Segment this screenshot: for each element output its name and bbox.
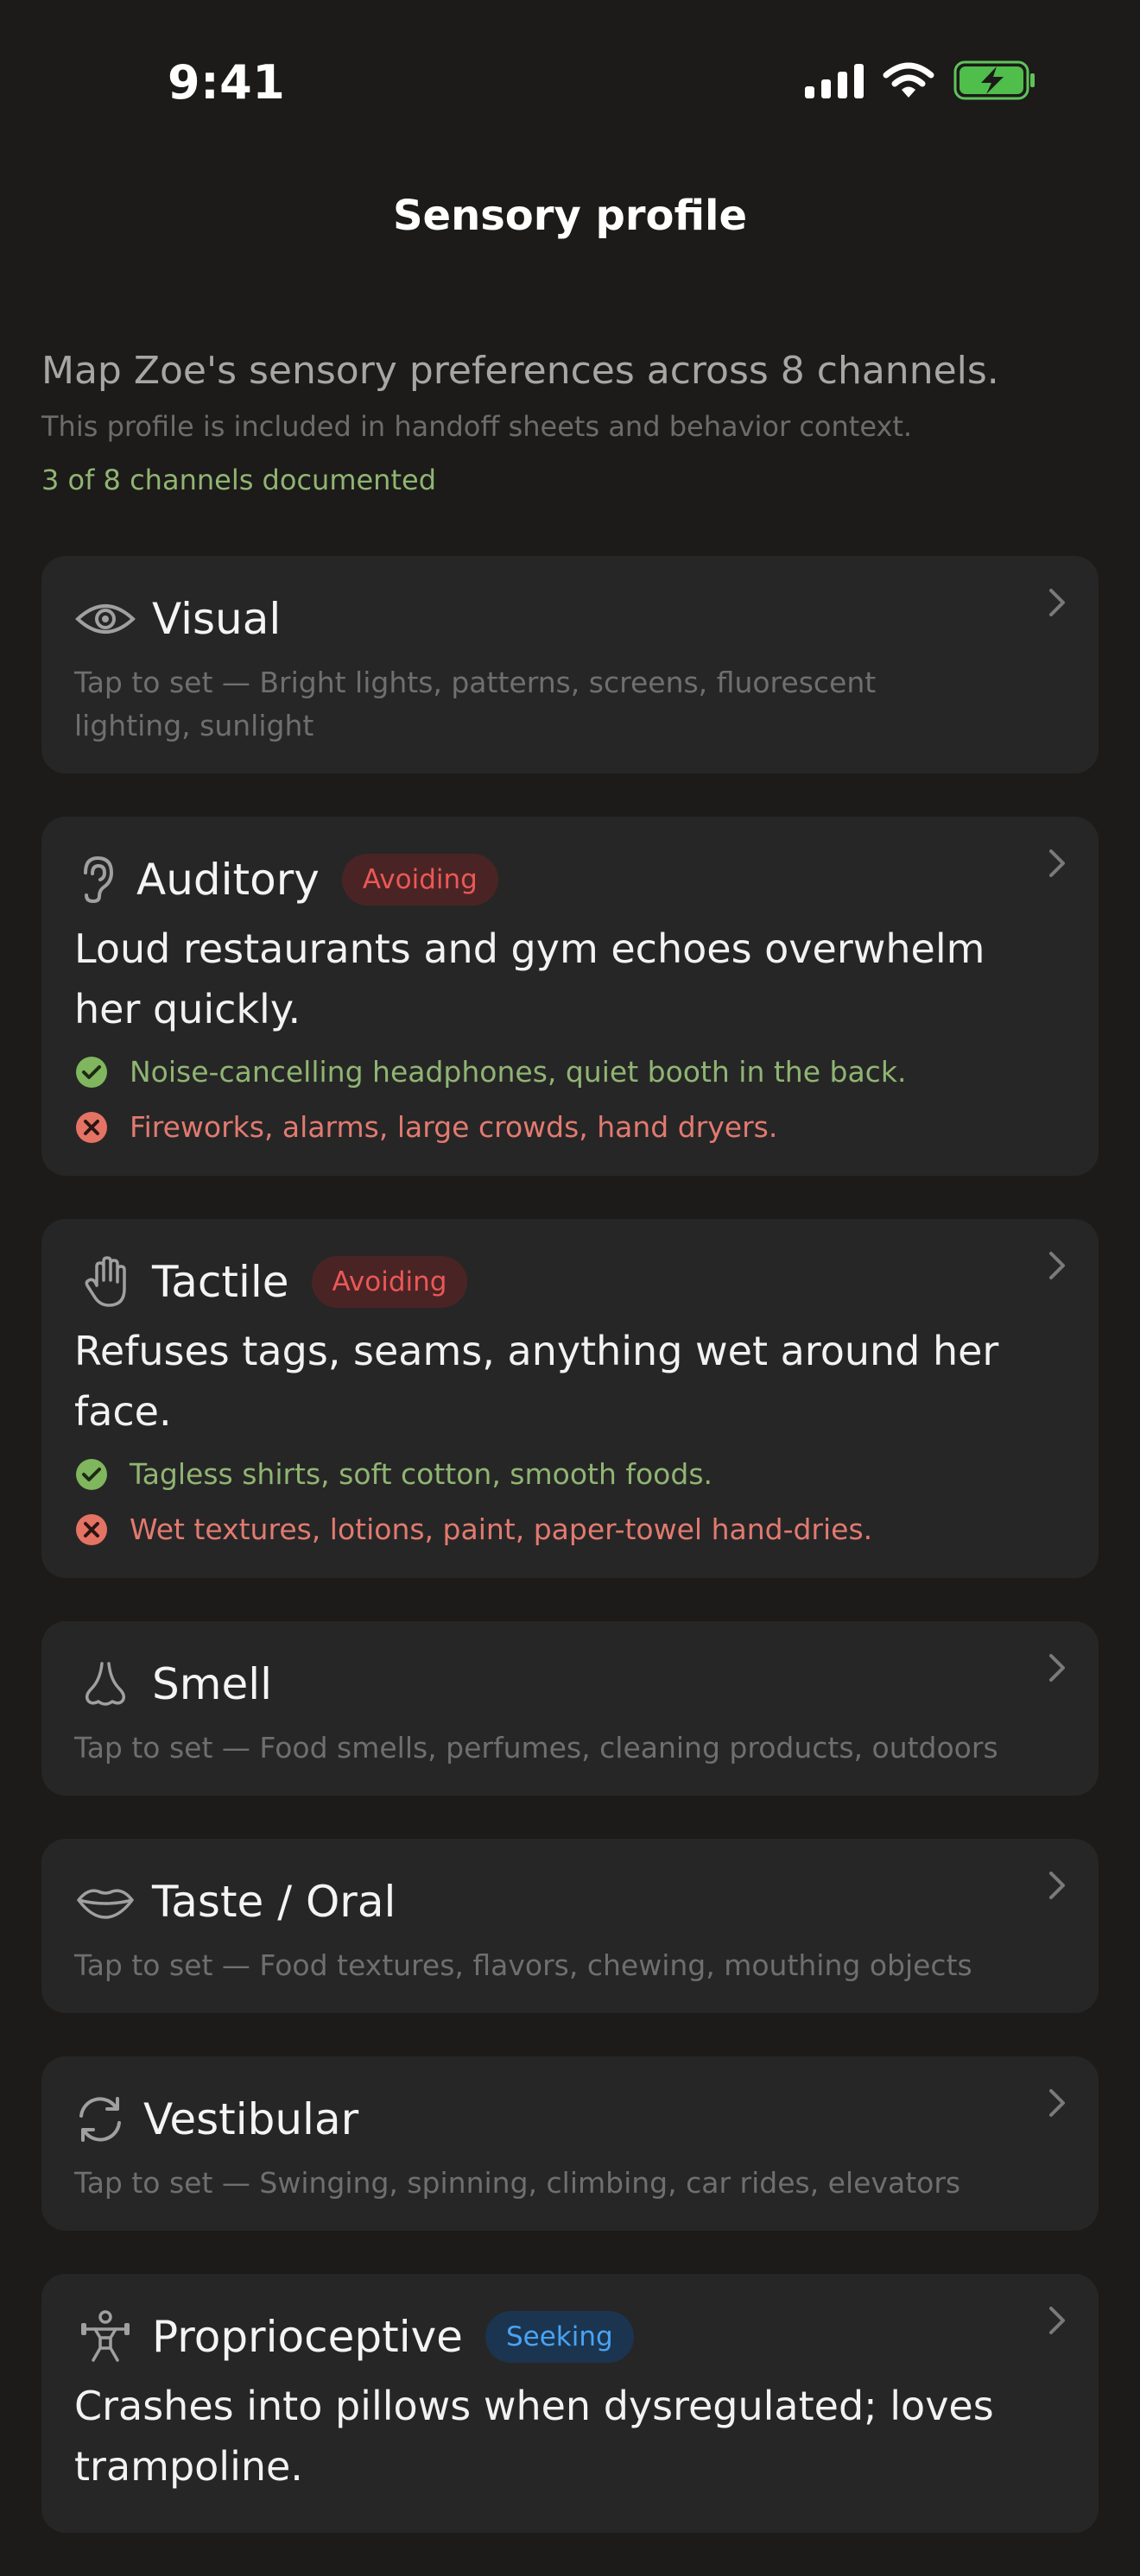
chevron-right-icon: [1049, 2089, 1065, 2117]
channel-card-vestibular[interactable]: Vestibular Tap to set — Swinging, spinni…: [41, 2056, 1099, 2231]
lips-icon: [74, 1876, 136, 1928]
channel-list: Visual Tap to set — Bright lights, patte…: [41, 556, 1099, 2576]
intro-title: Map Zoe's sensory preferences across 8 c…: [41, 349, 999, 393]
channel-title: Vestibular: [143, 2094, 359, 2144]
channel-title: Taste / Oral: [152, 1877, 396, 1927]
channel-title: Auditory: [136, 855, 320, 905]
eye-icon: [74, 593, 136, 645]
wifi-icon: [883, 62, 934, 98]
channel-card-tactile[interactable]: Tactile Avoiding Refuses tags, seams, an…: [41, 1219, 1099, 1578]
channel-title: Proprioceptive: [152, 2312, 463, 2362]
page-title: Sensory profile: [392, 192, 748, 240]
rotate-icon: [74, 2093, 126, 2145]
intro-subtitle: This profile is included in handoff shee…: [41, 410, 913, 443]
cellular-signal-icon: [805, 64, 864, 98]
helps-text: Noise-cancelling headphones, quiet booth…: [130, 1055, 907, 1089]
chevron-right-icon: [1049, 589, 1065, 616]
status-badge-seeking: Seeking: [484, 2311, 634, 2363]
nose-icon: [74, 1658, 136, 1710]
channel-title: Visual: [152, 594, 282, 644]
channel-placeholder: Tap to set — Food textures, flavors, che…: [74, 1948, 972, 1982]
channel-placeholder: Tap to set — Food smells, perfumes, clea…: [74, 1731, 998, 1765]
status-icons: [805, 60, 1036, 100]
x-circle-icon: [76, 1514, 107, 1545]
channel-card-proprioceptive[interactable]: Proprioceptive Seeking Crashes into pill…: [41, 2274, 1099, 2533]
weightlifter-icon: [74, 2310, 136, 2363]
channel-placeholder: Tap to set — Swinging, spinning, climbin…: [74, 2166, 961, 2200]
helps-row: Tagless shirts, soft cotton, smooth food…: [74, 1454, 1064, 1495]
channel-note: Loud restaurants and gym echoes overwhel…: [74, 925, 985, 1032]
status-time: 9:41: [168, 55, 286, 110]
check-circle-icon: [76, 1057, 107, 1088]
channel-card-smell[interactable]: Smell Tap to set — Food smells, perfumes…: [41, 1621, 1099, 1796]
channel-placeholder: Tap to set — Bright lights, patterns, sc…: [74, 666, 877, 742]
channel-title: Tactile: [152, 1257, 289, 1307]
check-circle-icon: [76, 1459, 107, 1490]
channel-card-taste[interactable]: Taste / Oral Tap to set — Food textures,…: [41, 1839, 1099, 2013]
status-badge-avoiding: Avoiding: [311, 1256, 468, 1308]
battery-charging-icon: [953, 60, 1035, 100]
status-badge-avoiding: Avoiding: [341, 854, 498, 906]
helps-row: Noise-cancelling headphones, quiet booth…: [74, 1051, 1064, 1093]
channel-note: Refuses tags, seams, anything wet around…: [74, 1328, 999, 1435]
chevron-right-icon: [1049, 1252, 1065, 1279]
ear-icon: [74, 854, 119, 906]
helps-text: Tagless shirts, soft cotton, smooth food…: [130, 1457, 713, 1491]
channel-title: Smell: [152, 1659, 272, 1709]
triggers-row: Wet textures, lotions, paint, paper-towe…: [74, 1509, 1064, 1550]
x-circle-icon: [76, 1112, 107, 1143]
documented-count: 3 of 8 channels documented: [41, 464, 436, 496]
chevron-right-icon: [1049, 1872, 1065, 1899]
channel-note: Crashes into pillows when dysregulated; …: [74, 2383, 994, 2490]
channel-card-auditory[interactable]: Auditory Avoiding Loud restaurants and g…: [41, 817, 1099, 1176]
channel-card-visual[interactable]: Visual Tap to set — Bright lights, patte…: [41, 556, 1099, 773]
triggers-row: Fireworks, alarms, large crowds, hand dr…: [74, 1107, 1064, 1148]
chevron-right-icon: [1049, 849, 1065, 877]
triggers-text: Wet textures, lotions, paint, paper-towe…: [130, 1512, 873, 1546]
hand-icon: [74, 1256, 136, 1308]
chevron-right-icon: [1049, 1654, 1065, 1682]
chevron-right-icon: [1049, 2307, 1065, 2334]
intro-section: Map Zoe's sensory preferences across 8 c…: [41, 345, 1099, 497]
triggers-text: Fireworks, alarms, large crowds, hand dr…: [130, 1110, 778, 1144]
status-bar: 9:41: [0, 0, 1140, 164]
